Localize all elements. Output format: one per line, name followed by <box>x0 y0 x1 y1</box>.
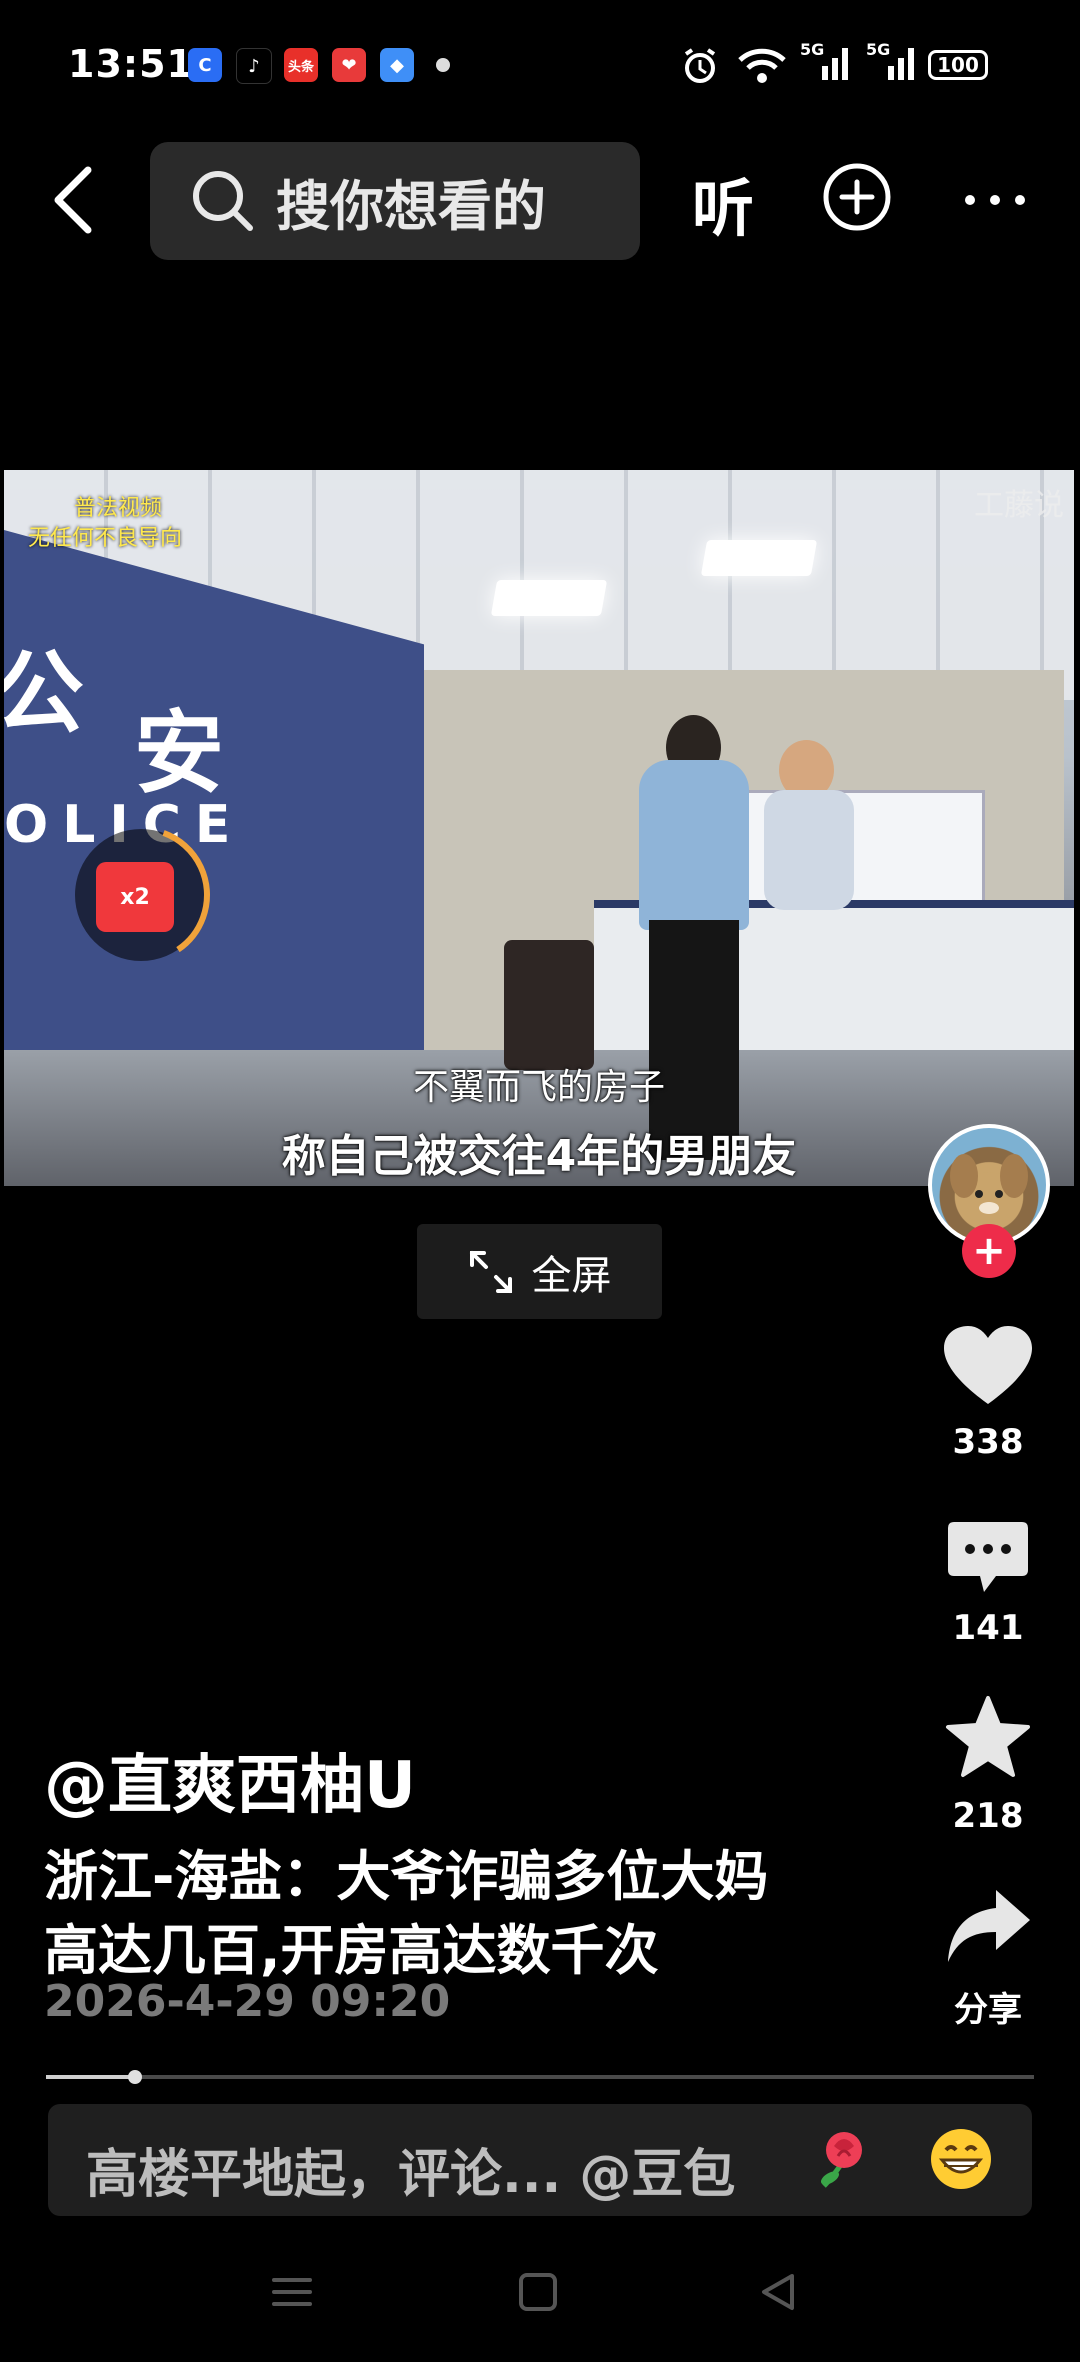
comment-placeholder: 高楼平地起，评论... @豆包 <box>86 2145 736 2205</box>
follow-button[interactable]: + <box>962 1224 1016 1278</box>
home-nav-button[interactable] <box>516 2270 560 2318</box>
heart-icon <box>944 1326 1032 1404</box>
search-box[interactable]: 搜你想看的 <box>150 142 640 260</box>
comment-count: 141 <box>952 1608 1024 1648</box>
progress-track[interactable] <box>46 2075 1034 2079</box>
sign-char-1: 公 <box>4 641 84 746</box>
share-label: 分享 <box>954 1990 1022 2030</box>
add-button[interactable] <box>822 162 892 232</box>
progress-fill <box>46 2075 135 2079</box>
alarm-icon <box>680 46 720 90</box>
flower-emoji-button[interactable] <box>810 2126 876 2196</box>
red-packet-widget[interactable]: x2 <box>66 820 216 970</box>
watermark-left-1: 普法视频 <box>74 496 163 521</box>
comment-button[interactable] <box>944 1518 1032 1604</box>
search-placeholder: 搜你想看的 <box>276 174 546 238</box>
share-arrow-icon <box>948 1890 1030 1962</box>
more-dots-icon <box>965 195 1025 205</box>
comment-input-bar[interactable]: 高楼平地起，评论... @豆包 <box>48 2104 1032 2216</box>
fullscreen-label: 全屏 <box>531 1252 612 1299</box>
rose-icon <box>820 2132 862 2188</box>
video-title-line-2[interactable]: 高达几百,开房高达数千次 <box>44 1906 659 1985</box>
grin-emoji-button[interactable] <box>928 2126 994 2196</box>
progress-handle[interactable] <box>127 2070 142 2084</box>
listen-button[interactable]: 听 <box>692 158 754 248</box>
back-nav-button[interactable] <box>756 2270 800 2318</box>
fullscreen-button[interactable]: 全屏 <box>417 1224 662 1319</box>
post-timestamp: 2026-4-29 09:20 <box>44 1976 451 2027</box>
watermark-right: 工藤说 <box>974 488 1064 523</box>
like-button[interactable] <box>942 1324 1034 1412</box>
plus-circle-icon <box>823 163 891 231</box>
red-packet-icon: x2 <box>96 862 174 932</box>
favorite-button[interactable] <box>944 1694 1032 1784</box>
expand-icon <box>469 1250 512 1293</box>
share-button[interactable] <box>944 1886 1032 1970</box>
video-scene-officer <box>764 790 854 910</box>
subtitle-line-1: 不翼而飞的房子 <box>412 1067 665 1108</box>
battery-indicator: 100 <box>928 50 988 80</box>
sign-char-2: 安 <box>134 701 224 806</box>
like-count: 338 <box>952 1422 1024 1462</box>
back-arrow-icon <box>54 166 92 234</box>
favorite-count: 218 <box>952 1796 1024 1836</box>
back-button[interactable] <box>44 160 104 240</box>
more-button[interactable] <box>960 180 1030 220</box>
search-icon <box>193 171 253 231</box>
status-time: 13:51 <box>68 42 194 86</box>
c-app-icon: C <box>188 48 222 82</box>
menu-lines-icon <box>272 2278 312 2306</box>
notification-dot-icon <box>436 58 450 72</box>
wifi-icon <box>736 46 788 90</box>
tiktok-icon: ♪ <box>236 48 272 84</box>
author-name[interactable]: @直爽西柚U <box>44 1734 416 1826</box>
plus-icon: + <box>972 1228 1006 1274</box>
comment-bubble-icon <box>948 1522 1028 1592</box>
subtitle-line-2: 称自己被交往4年的男朋友 <box>281 1131 797 1182</box>
video-scene-chair <box>504 940 594 1070</box>
home-square-icon <box>519 2273 557 2311</box>
video-title-line-1[interactable]: 浙江-海盐：大爷诈骗多位大妈 <box>44 1832 768 1911</box>
menu-nav-button[interactable] <box>270 2270 314 2318</box>
watermark-left-2: 无任何不良导向 <box>28 526 183 551</box>
back-triangle-icon <box>762 2274 794 2310</box>
video-scene-person <box>639 760 749 930</box>
grin-face-icon <box>931 2129 991 2189</box>
toutiao-icon: 头条 <box>284 48 318 82</box>
heart-app-icon: ❤ <box>332 48 366 82</box>
star-icon <box>946 1696 1030 1777</box>
blue-app-icon: ◆ <box>380 48 414 82</box>
